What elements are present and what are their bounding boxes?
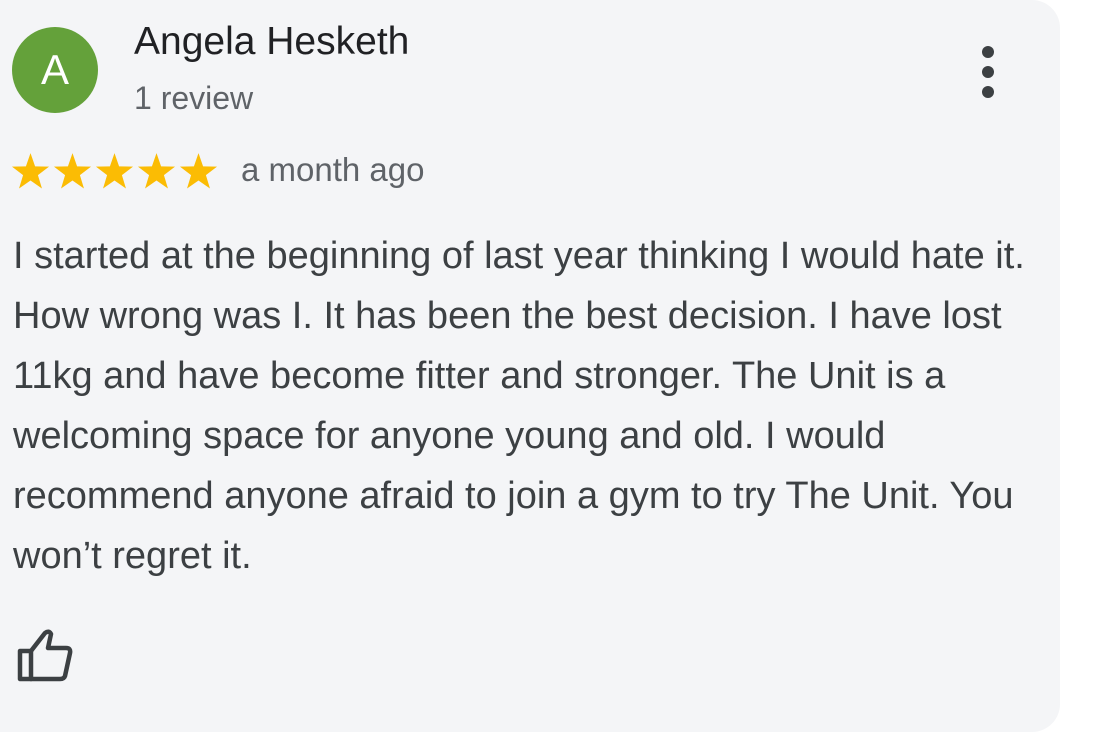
thumb-up-icon [17, 629, 73, 682]
review-text: I started at the beginning of last year … [13, 235, 1025, 577]
reviewer-review-count[interactable]: 1 review [134, 80, 253, 117]
more-vert-icon [982, 46, 994, 98]
star-rating [11, 152, 218, 191]
star-icon [53, 153, 92, 189]
more-options-button[interactable] [962, 36, 1014, 108]
avatar[interactable]: A [12, 27, 98, 113]
review-card: A Angela Hesketh 1 review a month ago I … [0, 0, 1060, 732]
like-button[interactable] [14, 624, 76, 686]
star-icon [95, 153, 134, 189]
review-date: a month ago [241, 151, 425, 188]
star-icon [179, 153, 218, 189]
reviewer-name[interactable]: Angela Hesketh [134, 20, 409, 64]
star-icon [137, 153, 176, 189]
star-icon [11, 153, 50, 189]
